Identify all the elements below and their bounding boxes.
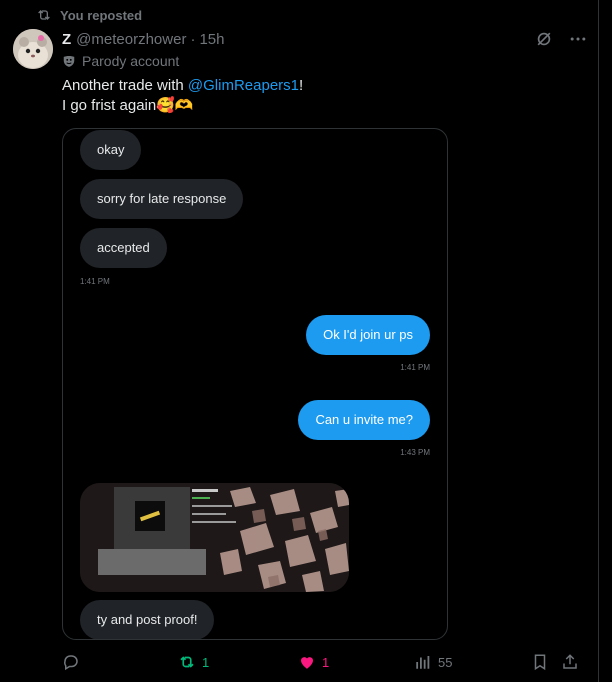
message-timestamp: 1:41 PM [80, 277, 110, 286]
parody-label: Parody account [82, 53, 180, 69]
message-received: accepted [80, 228, 167, 268]
column-divider [598, 0, 599, 682]
parody-label-row: Parody account [62, 52, 179, 70]
message-received: sorry for late response [80, 179, 244, 219]
repost-icon [180, 656, 194, 668]
like-button[interactable]: 1 [298, 650, 329, 674]
message-sent: Can u invite me? [298, 400, 430, 440]
post-text: Another trade with @GlimReapers1! I go f… [62, 76, 582, 116]
header-actions [534, 29, 588, 54]
repost-count: 1 [202, 654, 210, 670]
mask-icon [63, 56, 75, 67]
game-screenshot-image [80, 483, 349, 592]
message-received: okay [80, 130, 142, 170]
grok-icon[interactable] [534, 29, 554, 54]
message-timestamp: 1:41 PM [400, 363, 430, 372]
bookmark-icon [534, 654, 546, 671]
share-button[interactable] [561, 650, 579, 674]
post-time[interactable]: 15h [199, 31, 224, 48]
repost-button[interactable]: 1 [178, 650, 209, 674]
message-timestamp: 1:43 PM [400, 448, 430, 457]
share-icon [563, 654, 577, 669]
emoji-text: 🥰🫶 [156, 97, 194, 114]
handle[interactable]: @meteorzhower [76, 31, 186, 48]
separator: · [190, 30, 196, 48]
message-image[interactable] [80, 483, 349, 592]
mention-link[interactable]: @GlimReapers1 [188, 77, 299, 94]
views-count: 55 [438, 654, 453, 670]
repost-small-icon [38, 10, 50, 20]
media-screenshot[interactable]: okay sorry for late response accepted 1:… [62, 128, 448, 640]
display-name[interactable]: Z [62, 31, 71, 48]
action-bar: 1 1 55 [0, 650, 598, 674]
reply-icon [64, 655, 78, 671]
bookmark-button[interactable] [531, 650, 549, 674]
message-sent: Ok I'd join ur ps [306, 315, 430, 355]
post-text-line-1: Another trade with @GlimReapers1! [62, 77, 304, 94]
post-text-line-2: I go frist again🥰🫶 [62, 97, 194, 114]
views-icon [416, 656, 430, 669]
more-options-icon[interactable] [568, 29, 588, 54]
views-button[interactable]: 55 [414, 650, 452, 674]
post-header: Z @meteorzhower · 15h [62, 29, 224, 49]
message-received: ty and post proof! [80, 600, 215, 639]
hamster-avatar-image [13, 29, 53, 69]
like-count: 1 [322, 654, 330, 670]
heart-icon [301, 657, 313, 669]
reply-button[interactable] [62, 650, 80, 674]
repost-label: You reposted [60, 7, 143, 23]
repost-context: You reposted [36, 6, 142, 24]
avatar[interactable] [13, 29, 53, 69]
